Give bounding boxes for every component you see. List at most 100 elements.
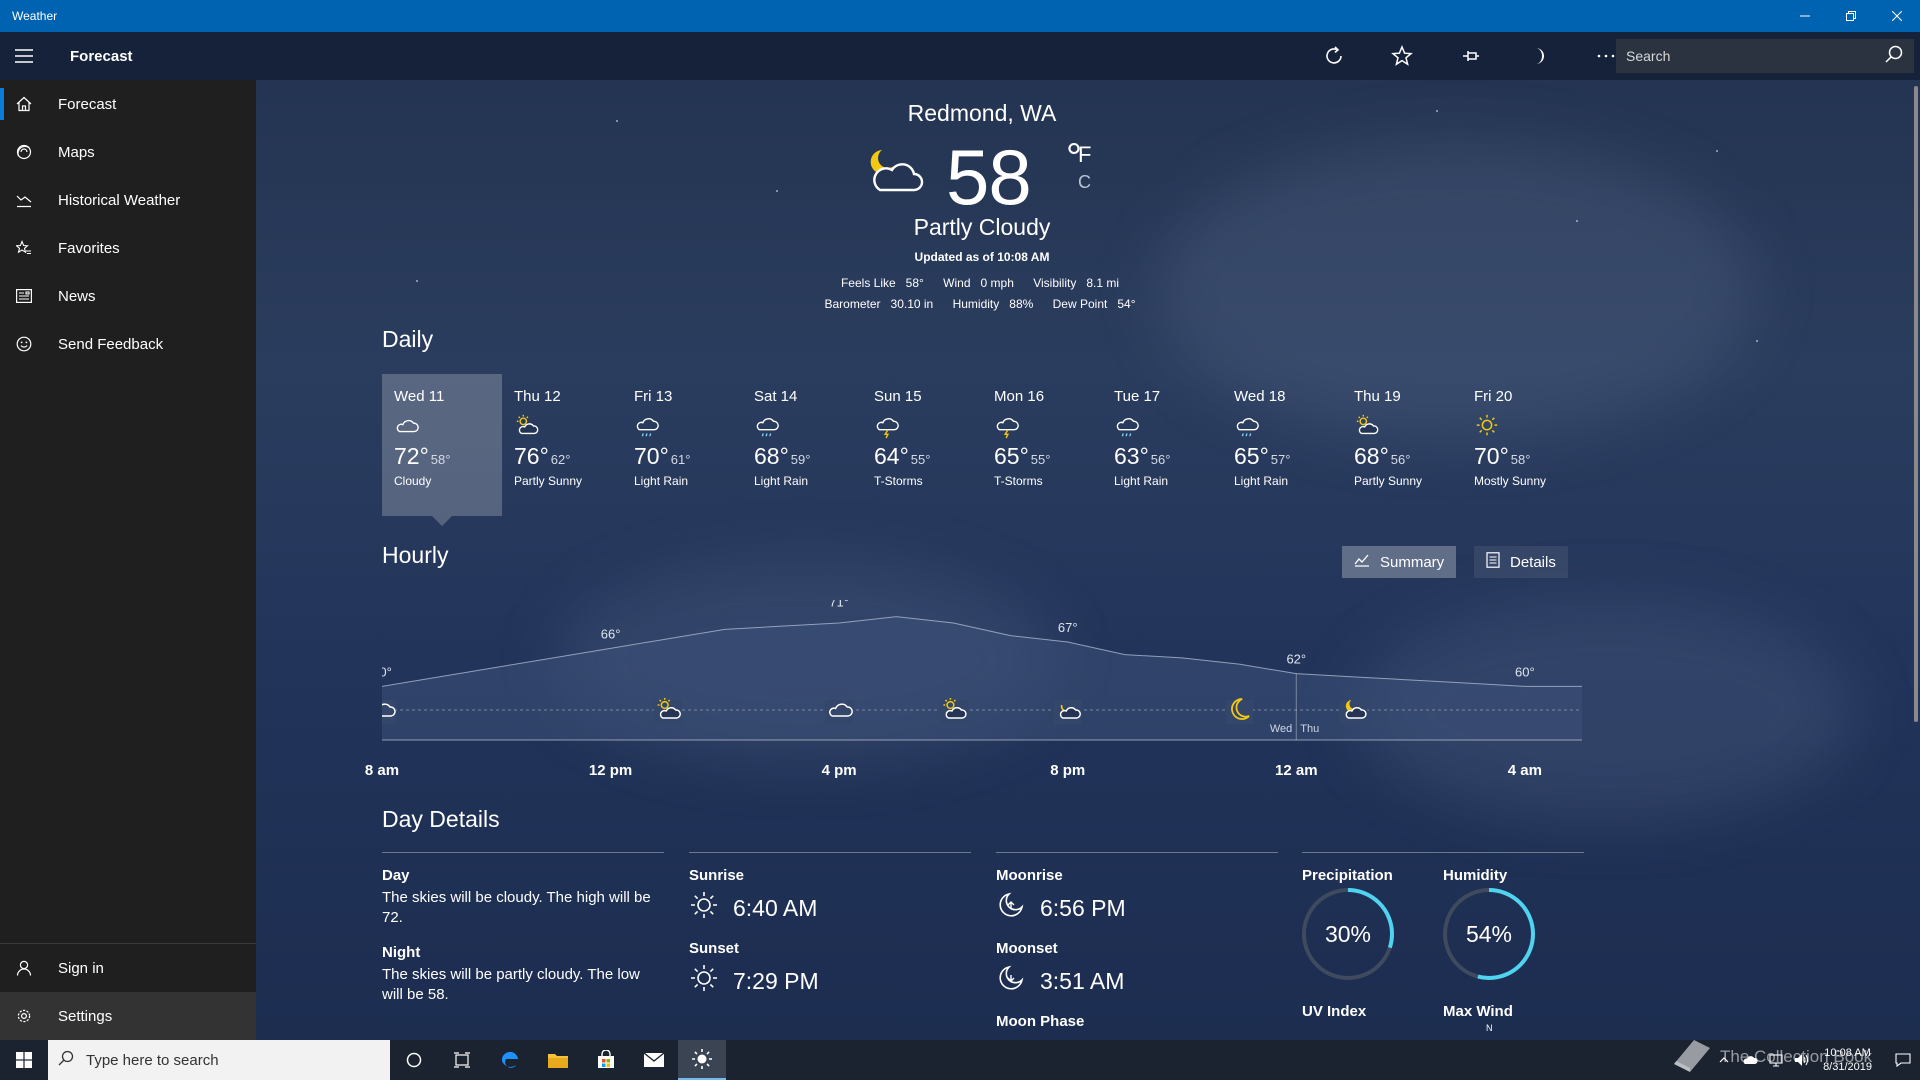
day-condition: Light Rain — [754, 474, 809, 488]
sidebar-item-sign-in[interactable]: Sign in — [0, 944, 256, 992]
sunset-row: 7:29 PM — [689, 963, 971, 999]
day-name: Thu 19 — [1354, 388, 1401, 405]
moon-icon — [1225, 698, 1254, 724]
night-label: Night — [382, 944, 421, 961]
humidity-gauge-value: 54% — [1466, 921, 1512, 947]
rain-icon — [1114, 413, 1210, 439]
book-logo-icon — [1670, 1034, 1714, 1079]
hourly-title: Hourly — [382, 542, 449, 568]
chart-icon — [0, 192, 48, 208]
daily-day-card[interactable]: Wed 18 65° 57° Light Rain — [1222, 374, 1342, 516]
day-condition: T-Storms — [874, 474, 923, 488]
sidebar-item-historical-weather[interactable]: Historical Weather — [0, 176, 256, 224]
app-header: Forecast — [0, 32, 1920, 80]
line-chart-icon — [1354, 553, 1380, 571]
daily-day-card[interactable]: Mon 16 65° 55° T-Storms — [982, 374, 1102, 516]
daily-day-card[interactable]: Sun 15 64° 55° T-Storms — [862, 374, 982, 516]
moonrise-row: 6:56 PM — [996, 890, 1278, 926]
cortana-icon[interactable] — [390, 1040, 438, 1080]
cloud-icon — [825, 700, 854, 724]
watermark: The Collection Book — [1670, 1034, 1872, 1079]
sidebar-item-send-feedback[interactable]: Send Feedback — [0, 320, 256, 368]
hamburger-menu-icon[interactable] — [0, 32, 48, 80]
summary-label: Summary — [1380, 553, 1445, 571]
day-night-summary: Day The skies will be cloudy. The high w… — [382, 852, 664, 1005]
vertical-scrollbar[interactable] — [1914, 86, 1918, 722]
hour-time-label: 12 pm — [588, 762, 633, 779]
day-low: 58° — [430, 452, 451, 467]
current-temperature-row: 58 ° — [866, 132, 1166, 222]
app-title: Weather — [12, 9, 58, 23]
favorite-star-icon[interactable] — [1368, 32, 1436, 80]
day-marker-thu: Thu — [1300, 723, 1319, 735]
home-icon — [0, 96, 48, 112]
hourly-temperature-area — [382, 616, 1582, 740]
day-marker-wed: Wed — [1270, 723, 1292, 735]
taskbar-search-box[interactable]: Type here to search — [48, 1040, 390, 1080]
daily-day-card[interactable]: Fri 13 70° 61° Light Rain — [622, 374, 742, 516]
daily-day-card[interactable]: Thu 19 68° 56° Partly Sunny — [1342, 374, 1462, 516]
minimize-button[interactable] — [1782, 0, 1828, 32]
weather-app-taskbar-icon[interactable] — [678, 1040, 726, 1080]
day-condition: Partly Sunny — [1354, 474, 1423, 488]
dark-mode-moon-icon[interactable] — [1504, 32, 1572, 80]
edge-browser-icon[interactable] — [486, 1040, 534, 1080]
sidebar-item-settings[interactable]: Settings — [0, 992, 256, 1040]
day-high: 70° — [634, 443, 669, 469]
sidebar-item-favorites[interactable]: Favorites — [0, 224, 256, 272]
file-explorer-icon[interactable] — [534, 1040, 582, 1080]
sidebar-item-forecast[interactable]: Forecast — [0, 80, 256, 128]
unit-fahrenheit[interactable]: F — [1078, 142, 1091, 168]
close-button[interactable] — [1874, 0, 1920, 32]
day-high: 63° — [1114, 443, 1149, 469]
sidebar-item-news[interactable]: News — [0, 272, 256, 320]
humidity-ring: 54% — [1443, 888, 1535, 980]
pin-icon[interactable] — [1436, 32, 1504, 80]
moon-times: Moonrise 6:56 PM Moonset 3:51 AM Moon Ph… — [996, 852, 1278, 1030]
notification-center-icon[interactable] — [1886, 1040, 1920, 1080]
search-box — [1616, 39, 1914, 73]
day-label: Day — [382, 867, 410, 884]
hourly-temp-label: 60° — [1515, 664, 1535, 679]
max-wind-label: Max Wind — [1443, 1003, 1513, 1020]
store-icon[interactable] — [582, 1040, 630, 1080]
wind-direction-north: N — [1486, 1023, 1493, 1033]
feels-like-value: 58° — [905, 276, 924, 290]
windows-start-icon[interactable] — [0, 1040, 48, 1080]
details-toggle[interactable]: Details — [1474, 546, 1568, 578]
day-high: 65° — [994, 443, 1029, 469]
task-view-icon[interactable] — [438, 1040, 486, 1080]
sidebar-item-maps[interactable]: Maps — [0, 128, 256, 176]
summary-toggle[interactable]: Summary — [1342, 546, 1457, 578]
day-summary-text: The skies will be cloudy. The high will … — [382, 889, 651, 926]
hourly-temp-label: 62° — [1286, 652, 1306, 667]
barometer-value: 30.10 in — [890, 297, 934, 311]
hourly-temp-label: 71° — [829, 600, 849, 610]
moonset-label: Moonset — [996, 940, 1058, 957]
sunrise-label: Sunrise — [689, 867, 745, 884]
day-name: Sun 15 — [874, 388, 922, 405]
mail-icon[interactable] — [630, 1040, 678, 1080]
day-condition: Partly Sunny — [514, 474, 583, 488]
daily-day-card[interactable]: Fri 20 70° 58° Mostly Sunny — [1462, 374, 1582, 516]
refresh-icon[interactable] — [1300, 32, 1368, 80]
moonset-time: 3:51 AM — [1040, 967, 1125, 994]
search-input[interactable] — [1626, 48, 1884, 64]
daily-day-card[interactable]: Wed 11 72° 58° Cloudy — [382, 374, 502, 526]
dew-point-label: Dew Point — [1052, 297, 1108, 311]
daily-day-card[interactable]: Thu 12 76° 62° Partly Sunny — [502, 374, 622, 516]
cloud-icon — [394, 413, 490, 439]
day-high: 76° — [514, 443, 549, 469]
restore-button[interactable] — [1828, 0, 1874, 32]
day-name: Sat 14 — [754, 388, 798, 405]
search-icon[interactable] — [1884, 44, 1904, 69]
sunset-icon — [689, 963, 733, 999]
moonrise-time: 6:56 PM — [1040, 894, 1126, 921]
partly-cloudy-night-icon — [1339, 700, 1368, 724]
daily-day-card[interactable]: Sat 14 68° 59° Light Rain — [742, 374, 862, 516]
precipitation-value: 30% — [1325, 921, 1371, 947]
smiley-icon — [0, 336, 48, 352]
unit-celsius[interactable]: C — [1078, 172, 1091, 193]
daily-day-card[interactable]: Tue 17 63° 56° Light Rain — [1102, 374, 1222, 516]
taskbar-search-icon — [58, 1050, 74, 1070]
